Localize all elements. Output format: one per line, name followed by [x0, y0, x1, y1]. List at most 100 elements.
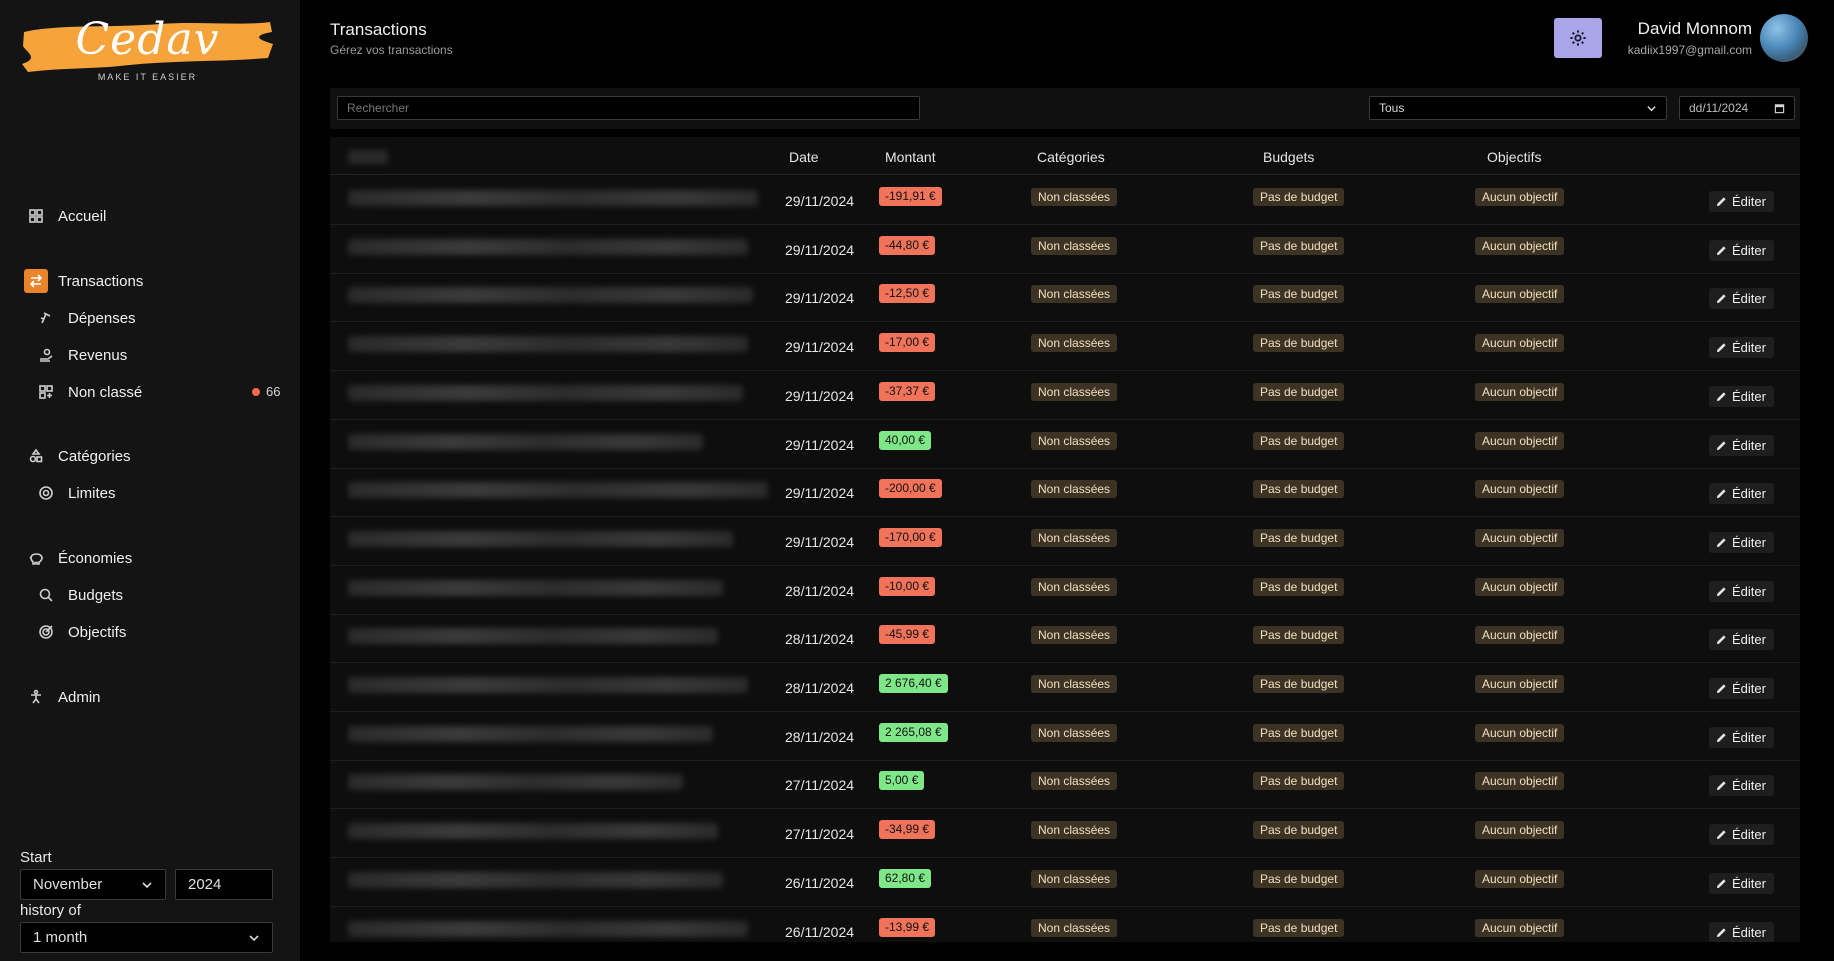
- sidebar-item-economies[interactable]: Économies: [24, 546, 132, 570]
- budget-tag[interactable]: Pas de budget: [1253, 480, 1345, 499]
- goal-tag[interactable]: Aucun objectif: [1475, 334, 1565, 353]
- category-tag[interactable]: Non classées: [1031, 431, 1118, 450]
- sidebar-item-budgets[interactable]: Budgets: [34, 583, 123, 607]
- goal-tag[interactable]: Aucun objectif: [1475, 285, 1565, 304]
- budget-tag[interactable]: Pas de budget: [1253, 285, 1345, 304]
- edit-button[interactable]: Éditer: [1709, 580, 1774, 602]
- table-row[interactable]: 29/11/2024 -17,00 € Non classées Pas de bud…: [330, 322, 1800, 372]
- edit-button[interactable]: Éditer: [1709, 824, 1774, 846]
- budget-tag[interactable]: Pas de budget: [1253, 577, 1345, 596]
- table-row[interactable]: 29/11/2024 -44,80 € Non classées Pas de bud…: [330, 225, 1800, 274]
- table-row[interactable]: 28/11/2024 -10,00 € Non classées Pas de bud…: [330, 566, 1800, 615]
- month-select[interactable]: November: [20, 869, 166, 900]
- budget-tag[interactable]: Pas de budget: [1253, 723, 1345, 742]
- category-tag[interactable]: Non classées: [1031, 918, 1118, 937]
- edit-button[interactable]: Éditer: [1709, 775, 1774, 797]
- category-tag[interactable]: Non classées: [1031, 772, 1118, 791]
- table-row[interactable]: 29/11/2024 -191,91 € Non classées Pas de bu…: [330, 176, 1800, 225]
- category-tag[interactable]: Non classées: [1031, 626, 1118, 645]
- budget-tag[interactable]: Pas de budget: [1253, 626, 1345, 645]
- category-tag[interactable]: Non classées: [1031, 821, 1118, 840]
- edit-button[interactable]: Éditer: [1709, 434, 1774, 456]
- table-row[interactable]: 29/11/2024 -170,00 € Non classées Pas de bu…: [330, 517, 1800, 566]
- history-select[interactable]: 1 month: [20, 922, 273, 953]
- goal-tag[interactable]: Aucun objectif: [1475, 188, 1565, 206]
- sidebar-item-accueil[interactable]: Accueil: [24, 204, 106, 228]
- budget-tag[interactable]: Pas de budget: [1253, 918, 1345, 937]
- edit-button[interactable]: Éditer: [1709, 629, 1774, 651]
- category-tag[interactable]: Non classées: [1031, 188, 1118, 206]
- goal-tag[interactable]: Aucun objectif: [1475, 382, 1565, 401]
- category-tag[interactable]: Non classées: [1031, 577, 1118, 596]
- edit-button[interactable]: Éditer: [1709, 337, 1774, 359]
- avatar[interactable]: [1760, 14, 1808, 62]
- table-row[interactable]: 29/11/2024 -200,00 € Non classées Pas de bu…: [330, 468, 1800, 518]
- edit-button[interactable]: Éditer: [1709, 531, 1774, 553]
- category-tag[interactable]: Non classées: [1031, 869, 1118, 888]
- table-row[interactable]: 28/11/2024 2 265,08 € Non classées Pas de b…: [330, 712, 1800, 761]
- sidebar-item-objectifs[interactable]: Objectifs: [34, 620, 126, 644]
- calendar-icon[interactable]: [1774, 103, 1785, 114]
- budget-tag[interactable]: Pas de budget: [1253, 188, 1345, 206]
- type-filter-select[interactable]: Tous: [1369, 96, 1667, 120]
- budget-tag[interactable]: Pas de budget: [1253, 772, 1345, 791]
- goal-tag[interactable]: Aucun objectif: [1475, 772, 1565, 791]
- budget-tag[interactable]: Pas de budget: [1253, 382, 1345, 401]
- goal-tag[interactable]: Aucun objectif: [1475, 821, 1565, 840]
- brand-logo[interactable]: Cedav MAKE IT EASIER: [20, 10, 275, 85]
- edit-button[interactable]: Éditer: [1709, 678, 1774, 699]
- goal-tag[interactable]: Aucun objectif: [1475, 675, 1565, 693]
- category-tag[interactable]: Non classées: [1031, 723, 1118, 742]
- goal-tag[interactable]: Aucun objectif: [1475, 431, 1565, 450]
- category-tag[interactable]: Non classées: [1031, 528, 1118, 547]
- sidebar-item-revenus[interactable]: Revenus: [34, 343, 127, 367]
- goal-tag[interactable]: Aucun objectif: [1475, 528, 1565, 547]
- table-row[interactable]: 26/11/2024 -13,99 € Non classées Pas de bud…: [330, 907, 1800, 942]
- budget-tag[interactable]: Pas de budget: [1253, 334, 1345, 353]
- category-tag[interactable]: Non classées: [1031, 382, 1118, 401]
- edit-button[interactable]: Éditer: [1709, 726, 1774, 748]
- category-tag[interactable]: Non classées: [1031, 285, 1118, 304]
- category-tag[interactable]: Non classées: [1031, 334, 1118, 353]
- table-row[interactable]: 29/11/2024 -12,50 € Non classées Pas de bud…: [330, 273, 1800, 323]
- table-row[interactable]: 28/11/2024 2 676,40 € Non classées Pas de b…: [330, 663, 1800, 712]
- goal-tag[interactable]: Aucun objectif: [1475, 723, 1565, 742]
- category-tag[interactable]: Non classées: [1031, 236, 1118, 255]
- search-input[interactable]: [337, 96, 920, 120]
- edit-button[interactable]: Éditer: [1709, 191, 1774, 212]
- budget-tag[interactable]: Pas de budget: [1253, 675, 1345, 693]
- budget-tag[interactable]: Pas de budget: [1253, 821, 1345, 840]
- edit-button[interactable]: Éditer: [1709, 288, 1774, 310]
- table-row[interactable]: 27/11/2024 -34,99 € Non classées Pas de bud…: [330, 809, 1800, 859]
- edit-button[interactable]: Éditer: [1709, 385, 1774, 407]
- sidebar-item-limites[interactable]: Limites: [34, 481, 116, 505]
- goal-tag[interactable]: Aucun objectif: [1475, 236, 1565, 255]
- budget-tag[interactable]: Pas de budget: [1253, 431, 1345, 450]
- year-input[interactable]: 2024: [175, 869, 273, 900]
- sidebar-item-depenses[interactable]: Dépenses: [34, 306, 136, 330]
- table-row[interactable]: 27/11/2024 5,00 € Non classées Pas de budge…: [330, 760, 1800, 810]
- table-row[interactable]: 29/11/2024 -37,37 € Non classées Pas de bud…: [330, 371, 1800, 420]
- goal-tag[interactable]: Aucun objectif: [1475, 918, 1565, 937]
- sidebar-item-non-classe[interactable]: Non classé: [34, 380, 142, 404]
- edit-button[interactable]: Éditer: [1709, 239, 1774, 261]
- budget-tag[interactable]: Pas de budget: [1253, 236, 1345, 255]
- edit-button[interactable]: Éditer: [1709, 872, 1774, 894]
- goal-tag[interactable]: Aucun objectif: [1475, 626, 1565, 645]
- sidebar-item-categories[interactable]: Catégories: [24, 444, 131, 468]
- edit-button[interactable]: Éditer: [1709, 921, 1774, 942]
- sidebar-item-transactions[interactable]: Transactions: [24, 269, 143, 293]
- goal-tag[interactable]: Aucun objectif: [1475, 869, 1565, 888]
- category-tag[interactable]: Non classées: [1031, 480, 1118, 499]
- goal-tag[interactable]: Aucun objectif: [1475, 480, 1565, 499]
- date-filter-input[interactable]: dd/11/2024: [1679, 96, 1795, 120]
- budget-tag[interactable]: Pas de budget: [1253, 869, 1345, 888]
- table-row[interactable]: 29/11/2024 40,00 € Non classées Pas de budg…: [330, 420, 1800, 469]
- goal-tag[interactable]: Aucun objectif: [1475, 577, 1565, 596]
- sidebar-item-admin[interactable]: Admin: [24, 685, 101, 709]
- table-row[interactable]: 26/11/2024 62,80 € Non classées Pas de budg…: [330, 858, 1800, 907]
- table-row[interactable]: 28/11/2024 -45,99 € Non classées Pas de bud…: [330, 614, 1800, 664]
- budget-tag[interactable]: Pas de budget: [1253, 528, 1345, 547]
- category-tag[interactable]: Non classées: [1031, 675, 1118, 693]
- edit-button[interactable]: Éditer: [1709, 483, 1774, 505]
